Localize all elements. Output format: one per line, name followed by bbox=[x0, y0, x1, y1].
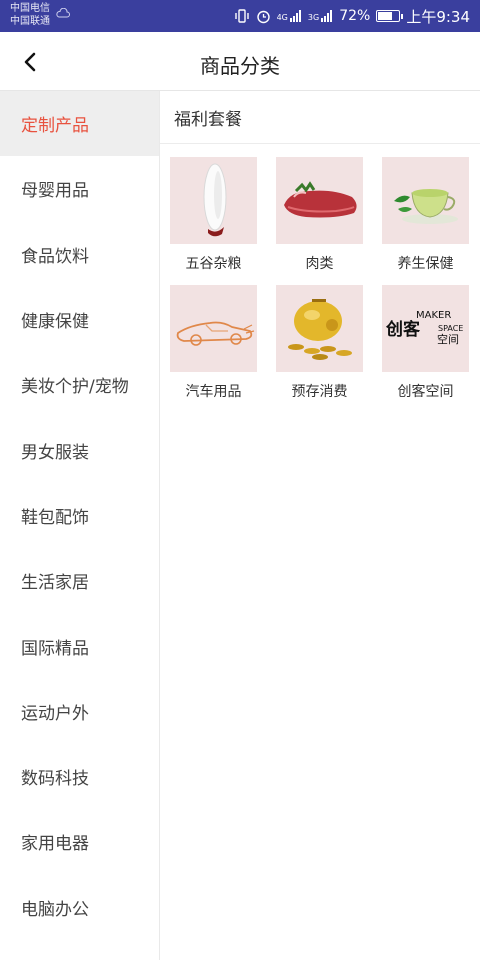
product-label: 汽车用品 bbox=[185, 384, 242, 400]
section-title: 福利套餐 bbox=[160, 91, 480, 144]
sidebar-item-label: 鞋包配饰 bbox=[21, 507, 89, 528]
battery-icon bbox=[376, 10, 404, 22]
car-sketch-image bbox=[170, 285, 257, 372]
sidebar-item-label: 母婴用品 bbox=[21, 181, 89, 202]
app-header: 商品分类 bbox=[0, 32, 480, 91]
category-content: 福利套餐 五谷杂粮 肉类 养生保健 汽车用品 预存消费 MAKER 创客 SPA… bbox=[160, 91, 480, 960]
product-label: 预存消费 bbox=[291, 384, 348, 400]
battery-percent: 72% bbox=[339, 8, 371, 24]
sidebar-item-maternal-baby[interactable]: 母婴用品 bbox=[0, 156, 159, 221]
sidebar-item-clothing[interactable]: 男女服装 bbox=[0, 417, 159, 482]
network-type-1: 4G bbox=[276, 13, 288, 22]
sidebar-item-health[interactable]: 健康保健 bbox=[0, 287, 159, 352]
product-maker-space[interactable]: MAKER 创客 SPACE 空间 创客空间 bbox=[382, 285, 469, 400]
carrier-2: 中国联通 bbox=[10, 16, 50, 27]
sidebar-item-custom-products[interactable]: 定制产品 bbox=[0, 91, 159, 157]
sidebar-item-label: 美妆个护/宠物 bbox=[21, 377, 129, 398]
sidebar-item-international[interactable]: 国际精品 bbox=[0, 613, 159, 678]
alarm-icon bbox=[256, 10, 270, 23]
cloud-icon bbox=[56, 8, 70, 18]
sidebar-item-sports-outdoor[interactable]: 运动户外 bbox=[0, 679, 159, 744]
kongjian-logo-text: 空间 bbox=[437, 332, 459, 346]
carrier-info: 中国电信 中国联通 bbox=[10, 2, 50, 28]
sidebar-item-label: 生活家居 bbox=[21, 573, 89, 594]
sidebar-item-food-drinks[interactable]: 食品饮料 bbox=[0, 222, 159, 287]
sidebar-item-label: 健康保健 bbox=[21, 312, 89, 333]
product-label: 养生保健 bbox=[397, 256, 454, 272]
product-meat[interactable]: 肉类 bbox=[276, 157, 363, 272]
sidebar-item-label: 数码科技 bbox=[21, 769, 89, 790]
sidebar-item-appliances[interactable]: 家用电器 bbox=[0, 809, 159, 874]
status-bar: 中国电信 中国联通 4G 3G 72% 上午9:34 bbox=[0, 0, 480, 32]
maker-logo-text: MAKER bbox=[416, 310, 451, 321]
maker-space-logo-image: MAKER 创客 SPACE 空间 bbox=[382, 285, 469, 372]
sidebar-item-label: 食品饮料 bbox=[21, 246, 89, 267]
sidebar-item-label: 家用电器 bbox=[21, 834, 89, 855]
battery-fill bbox=[378, 12, 392, 20]
product-label: 五谷杂粮 bbox=[185, 256, 242, 272]
network-type-2: 3G bbox=[307, 13, 320, 22]
product-grains[interactable]: 五谷杂粮 bbox=[170, 157, 257, 272]
product-car-supplies[interactable]: 汽车用品 bbox=[170, 285, 257, 400]
carrier-1: 中国电信 bbox=[10, 3, 50, 14]
sidebar-item-label: 国际精品 bbox=[21, 638, 89, 659]
page-title: 商品分类 bbox=[200, 54, 280, 78]
chuangke-logo-text: 创客 bbox=[385, 319, 421, 340]
sidebar-item-label: 定制产品 bbox=[21, 116, 89, 137]
sidebar-item-home-living[interactable]: 生活家居 bbox=[0, 548, 159, 613]
sidebar-item-computer-office[interactable]: 电脑办公 bbox=[0, 875, 159, 940]
space-logo-text: SPACE bbox=[438, 324, 463, 333]
clock: 上午9:34 bbox=[406, 7, 470, 26]
piggy-bank-coins-image bbox=[276, 285, 363, 372]
rice-grain-image bbox=[170, 157, 257, 244]
vibrate-icon bbox=[234, 9, 249, 23]
product-prepaid[interactable]: 预存消费 bbox=[276, 285, 363, 400]
product-label: 创客空间 bbox=[397, 384, 454, 400]
sidebar-item-shoes-bags[interactable]: 鞋包配饰 bbox=[0, 483, 159, 548]
product-grid: 五谷杂粮 肉类 养生保健 汽车用品 预存消费 MAKER 创客 SPACE 空间… bbox=[170, 157, 476, 400]
signal-bars-icon bbox=[321, 10, 333, 22]
sidebar-item-label: 运动户外 bbox=[21, 703, 89, 724]
sidebar-item-digital-tech[interactable]: 数码科技 bbox=[0, 744, 159, 809]
signal-3g: 3G bbox=[308, 10, 333, 22]
meat-image bbox=[276, 157, 363, 244]
signal-bars-icon bbox=[289, 10, 301, 22]
sidebar-item-label: 电脑办公 bbox=[21, 899, 89, 920]
green-tea-image bbox=[382, 157, 469, 244]
product-label: 肉类 bbox=[305, 256, 334, 272]
sidebar-item-label: 男女服装 bbox=[21, 442, 89, 463]
sidebar-item-beauty-pets[interactable]: 美妆个护/宠物 bbox=[0, 352, 159, 417]
product-wellness[interactable]: 养生保健 bbox=[382, 157, 469, 272]
signal-4g: 4G bbox=[277, 10, 302, 22]
category-sidebar: 定制产品 母婴用品 食品饮料 健康保健 美妆个护/宠物 男女服装 鞋包配饰 生活… bbox=[0, 91, 160, 960]
